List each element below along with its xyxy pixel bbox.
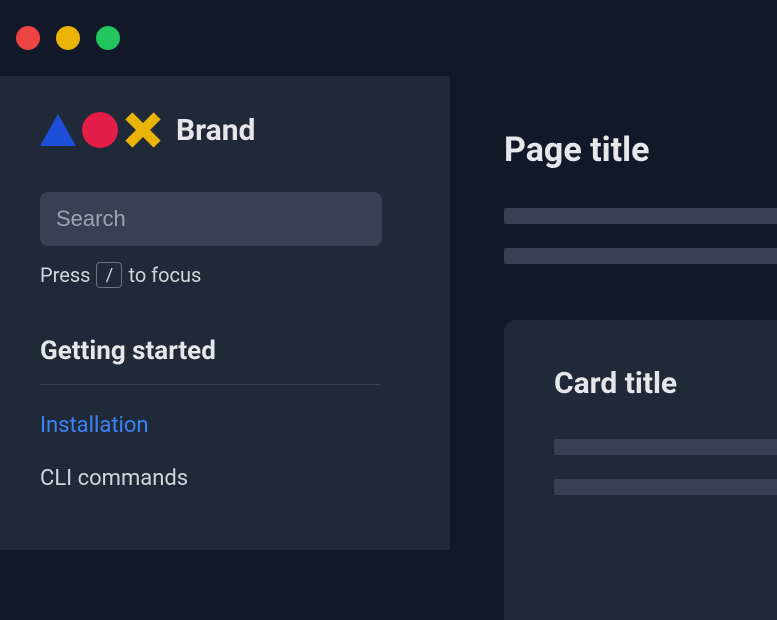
search-hint-pre: Press bbox=[40, 263, 90, 287]
search-hint-post: to focus bbox=[128, 263, 201, 287]
workspace: Brand Press / to focus Getting started I… bbox=[0, 76, 777, 550]
search-input[interactable] bbox=[40, 192, 382, 246]
skeleton-line bbox=[554, 479, 777, 495]
skeleton-line bbox=[504, 248, 777, 264]
card: Card title bbox=[504, 320, 777, 620]
skeleton-line bbox=[554, 439, 777, 455]
sidebar: Brand Press / to focus Getting started I… bbox=[0, 76, 450, 550]
sidebar-item-installation[interactable]: Installation bbox=[40, 413, 410, 438]
main-content: Page title Card title bbox=[450, 76, 777, 550]
maximize-window-icon[interactable] bbox=[96, 26, 120, 50]
sidebar-section-title: Getting started bbox=[40, 336, 410, 366]
search-hint-key: / bbox=[96, 262, 122, 288]
x-icon bbox=[124, 112, 160, 148]
skeleton-line bbox=[504, 208, 777, 224]
page-title: Page title bbox=[504, 130, 777, 170]
window-titlebar bbox=[0, 0, 777, 76]
triangle-icon bbox=[40, 114, 76, 146]
circle-icon bbox=[82, 112, 118, 148]
brand-logo-icon bbox=[40, 112, 160, 148]
sidebar-item-cli-commands[interactable]: CLI commands bbox=[40, 466, 410, 491]
brand-name: Brand bbox=[176, 113, 255, 148]
close-window-icon[interactable] bbox=[16, 26, 40, 50]
sidebar-divider bbox=[40, 384, 380, 385]
search-hint: Press / to focus bbox=[40, 262, 410, 288]
brand[interactable]: Brand bbox=[40, 112, 410, 148]
minimize-window-icon[interactable] bbox=[56, 26, 80, 50]
card-title: Card title bbox=[554, 366, 777, 401]
